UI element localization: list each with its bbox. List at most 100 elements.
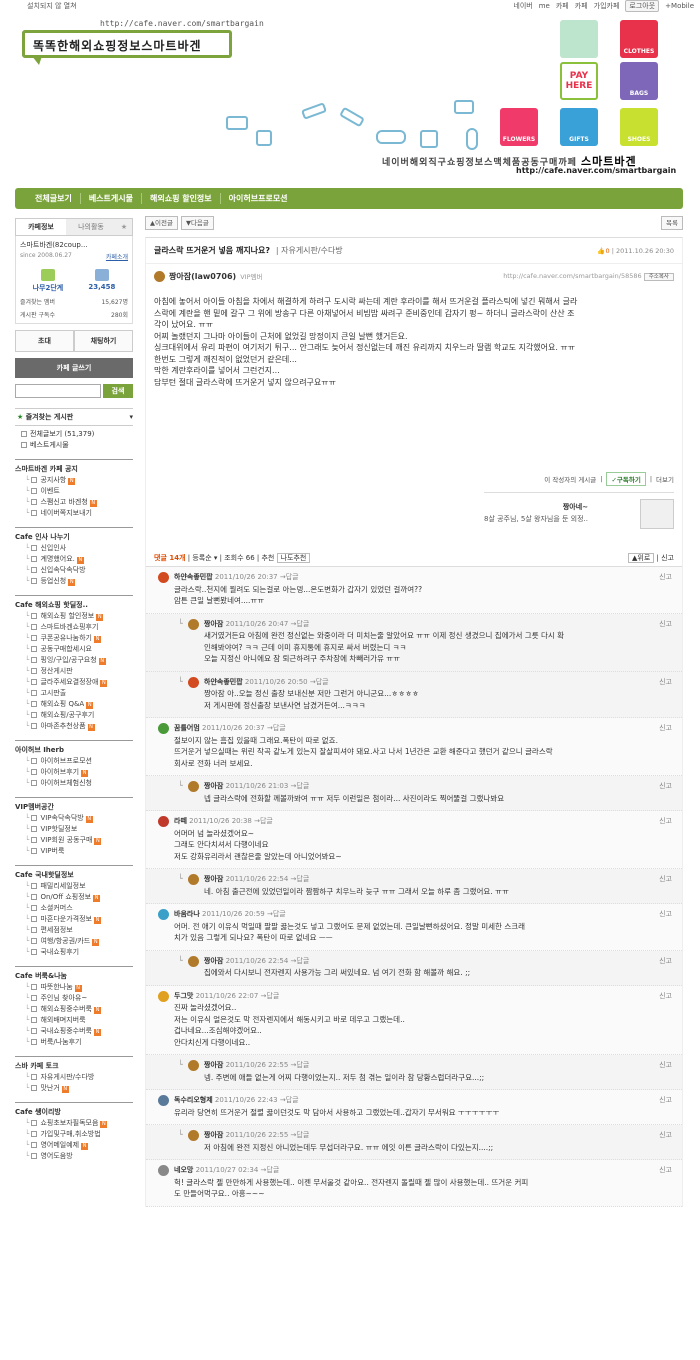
list-button[interactable]: 목록 <box>661 216 683 230</box>
chat-button[interactable]: 채팅하기 <box>74 330 133 352</box>
sidebar-board-item[interactable]: 스팸신고 바겐청N <box>15 497 133 508</box>
report-link[interactable]: 신고 <box>659 1130 672 1142</box>
search-button[interactable]: 검색 <box>103 384 133 398</box>
sort-order[interactable]: 등록순 <box>192 554 211 562</box>
nav-all-posts[interactable]: 전체글보기 <box>27 193 81 204</box>
reply-link[interactable]: 답글 <box>286 1096 299 1104</box>
sidebar-board-item[interactable]: 신입인사 <box>15 543 133 554</box>
cafe-search-input[interactable] <box>15 384 101 398</box>
sidebar-board-item[interactable]: On/Off 쇼핑정보N <box>15 892 133 903</box>
sidebar-item-best[interactable]: 베스트게시물 <box>15 440 133 451</box>
sidebar-board-item[interactable]: 아마존추천상품N <box>15 721 133 732</box>
reply-link[interactable]: 답글 <box>286 573 299 581</box>
sidebar-board-item[interactable]: 해외배며지버룩 <box>15 1015 133 1026</box>
report-link[interactable]: 신고 <box>659 816 672 828</box>
commenter-name[interactable]: 짱아잠 <box>204 1061 223 1069</box>
sidebar-board-item[interactable]: 해외쇼핑/공구후기 <box>15 710 133 721</box>
sidebar-board-item[interactable]: 고시판출 <box>15 688 133 699</box>
sidebar-board-item[interactable]: 아이허브프로모션 <box>15 756 133 767</box>
commenter-name[interactable]: 하얀속좋민팝 <box>174 573 213 581</box>
copy-url-button[interactable]: 주소복사 <box>643 272 674 281</box>
sidebar-board-item[interactable]: VIP속닥속닥방N <box>15 813 133 824</box>
write-post-button[interactable]: 카페 글쓰기 <box>15 358 133 378</box>
favorite-boards-header[interactable]: ★ 즐겨찾는 게시판 ▾ <box>15 408 133 426</box>
report-link[interactable]: 신고 <box>659 909 672 921</box>
reply-link[interactable]: 답글 <box>296 875 309 883</box>
more-link[interactable]: 더보기 <box>656 474 674 484</box>
report-link[interactable]: 신고 <box>659 619 672 631</box>
chevron-down-icon[interactable]: ▾ <box>129 409 133 425</box>
writer-name[interactable]: 짱아네~ <box>563 503 588 511</box>
commenter-name[interactable]: 하얀속좋민팝 <box>204 678 243 686</box>
sidebar-board-item[interactable]: VIP버룩 <box>15 846 133 857</box>
member-count[interactable]: 23,458 <box>88 283 115 291</box>
sidebar-board-item[interactable]: 등업신청N <box>15 576 133 587</box>
sidebar-board-item[interactable]: 이벤트 <box>15 486 133 497</box>
top-link-4[interactable]: 가입카페 <box>594 1 620 11</box>
sidebar-board-item[interactable]: 편세점정보 <box>15 925 133 936</box>
commenter-name[interactable]: 라떼 <box>174 817 187 825</box>
report-link[interactable]: 신고 <box>659 874 672 886</box>
nav-overseas-deals[interactable]: 해외쇼핑 할인정보 <box>142 193 221 204</box>
reply-link[interactable]: 답글 <box>296 957 309 965</box>
cafe-url[interactable]: http://cafe.naver.com/smartbargain <box>100 19 264 28</box>
sidebar-board-item[interactable]: 국내쇼핑중수버룩N <box>15 1026 133 1037</box>
top-link-3[interactable]: 카페 <box>575 1 588 11</box>
commenter-name[interactable]: 짱아잠 <box>204 782 223 790</box>
like-icon[interactable]: 👍 <box>597 247 605 255</box>
nav-best-posts[interactable]: 베스트게시물 <box>81 193 142 204</box>
sidebar-board-item[interactable]: 해외쇼핑 할인정보N <box>15 611 133 622</box>
sidebar-board-item[interactable]: 스마트바겐쇼핑후기 <box>15 622 133 633</box>
commenter-name[interactable]: 짱아잠 <box>204 957 223 965</box>
sidebar-board-item[interactable]: 글라주세요결정장애N <box>15 677 133 688</box>
report-link[interactable]: 신고 <box>659 1095 672 1107</box>
sidebar-board-item[interactable]: 신입속닥속닥방 <box>15 565 133 576</box>
reply-link[interactable]: 답글 <box>266 992 279 1000</box>
report-link[interactable]: 신고 <box>659 781 672 793</box>
report-link[interactable]: 신고 <box>661 554 674 562</box>
star-icon[interactable]: ★ <box>116 219 132 235</box>
reply-link[interactable]: 답글 <box>266 1166 279 1174</box>
top-link-0[interactable]: 네이버 <box>513 1 532 11</box>
report-link[interactable]: 신고 <box>659 572 672 584</box>
sidebar-board-item[interactable]: 주인님 찾아유~ <box>15 993 133 1004</box>
sidebar-board-item[interactable]: VIP핫딜정보 <box>15 824 133 835</box>
recommend-button[interactable]: 나도추천 <box>276 552 311 563</box>
sidebar-board-item[interactable]: 네이버쪽지보내기 <box>15 508 133 519</box>
sidebar-board-item[interactable]: 버룩/나눔후기 <box>15 1037 133 1048</box>
reply-link[interactable]: 답글 <box>296 620 309 628</box>
sidebar-board-item[interactable]: 국내쇼핑후기 <box>15 947 133 958</box>
reply-link[interactable]: 답글 <box>260 817 273 825</box>
report-link[interactable]: 신고 <box>659 1165 672 1177</box>
top-link-2[interactable]: 카페 <box>556 1 569 11</box>
sidebar-board-item[interactable]: 패밀리세일정보 <box>15 881 133 892</box>
sidebar-board-item[interactable]: 아이허브체험신청 <box>15 778 133 789</box>
sidebar-board-item[interactable]: 공지사항N <box>15 475 133 486</box>
sidebar-board-item[interactable]: 쿠폰공유나눔하기N <box>15 633 133 644</box>
commenter-name[interactable]: 바움라나 <box>174 910 200 918</box>
post-url[interactable]: http://cafe.naver.com/smartbargain/58586 <box>503 272 641 280</box>
reply-link[interactable]: 답글 <box>296 782 309 790</box>
sidebar-board-item[interactable]: 공동구매합세시요 <box>15 644 133 655</box>
sidebar-board-item[interactable]: 마흔다운가격정보N <box>15 914 133 925</box>
sidebar-board-item[interactable]: 가입및구매,취소방법 <box>15 1129 133 1140</box>
sidebar-board-item[interactable]: 아이허브후기N <box>15 767 133 778</box>
reply-link[interactable]: 답글 <box>273 724 286 732</box>
sidebar-board-item[interactable]: 핑잉/구입/공구요청N <box>15 655 133 666</box>
sidebar-board-item[interactable]: 정산게시판 <box>15 666 133 677</box>
post-category[interactable]: 자유게시판/수다방 <box>281 246 343 255</box>
commenter-name[interactable]: 독수리오형제 <box>174 1096 213 1104</box>
reply-link[interactable]: 답글 <box>316 678 329 686</box>
commenter-name[interactable]: 짱아잠 <box>204 620 223 628</box>
reply-link[interactable]: 답글 <box>296 1131 309 1139</box>
sidebar-board-item[interactable]: 영어메일예제N <box>15 1140 133 1151</box>
sidebar-board-item[interactable]: 쇼핑초보자필독모음N <box>15 1118 133 1129</box>
sidebar-board-item[interactable]: 소셜커머스 <box>15 903 133 914</box>
top-button[interactable]: ▲위로 <box>628 552 655 563</box>
nav-iherb-promo[interactable]: 아이허브프로모션 <box>221 193 296 204</box>
comment-count[interactable]: 댓글 14개 <box>154 554 186 562</box>
sidebar-board-item[interactable]: 해외쇼핑 Q&AN <box>15 699 133 710</box>
sidebar-board-item[interactable]: 자유게시판/수다방 <box>15 1072 133 1083</box>
report-link[interactable]: 신고 <box>659 1060 672 1072</box>
report-link[interactable]: 신고 <box>659 677 672 689</box>
